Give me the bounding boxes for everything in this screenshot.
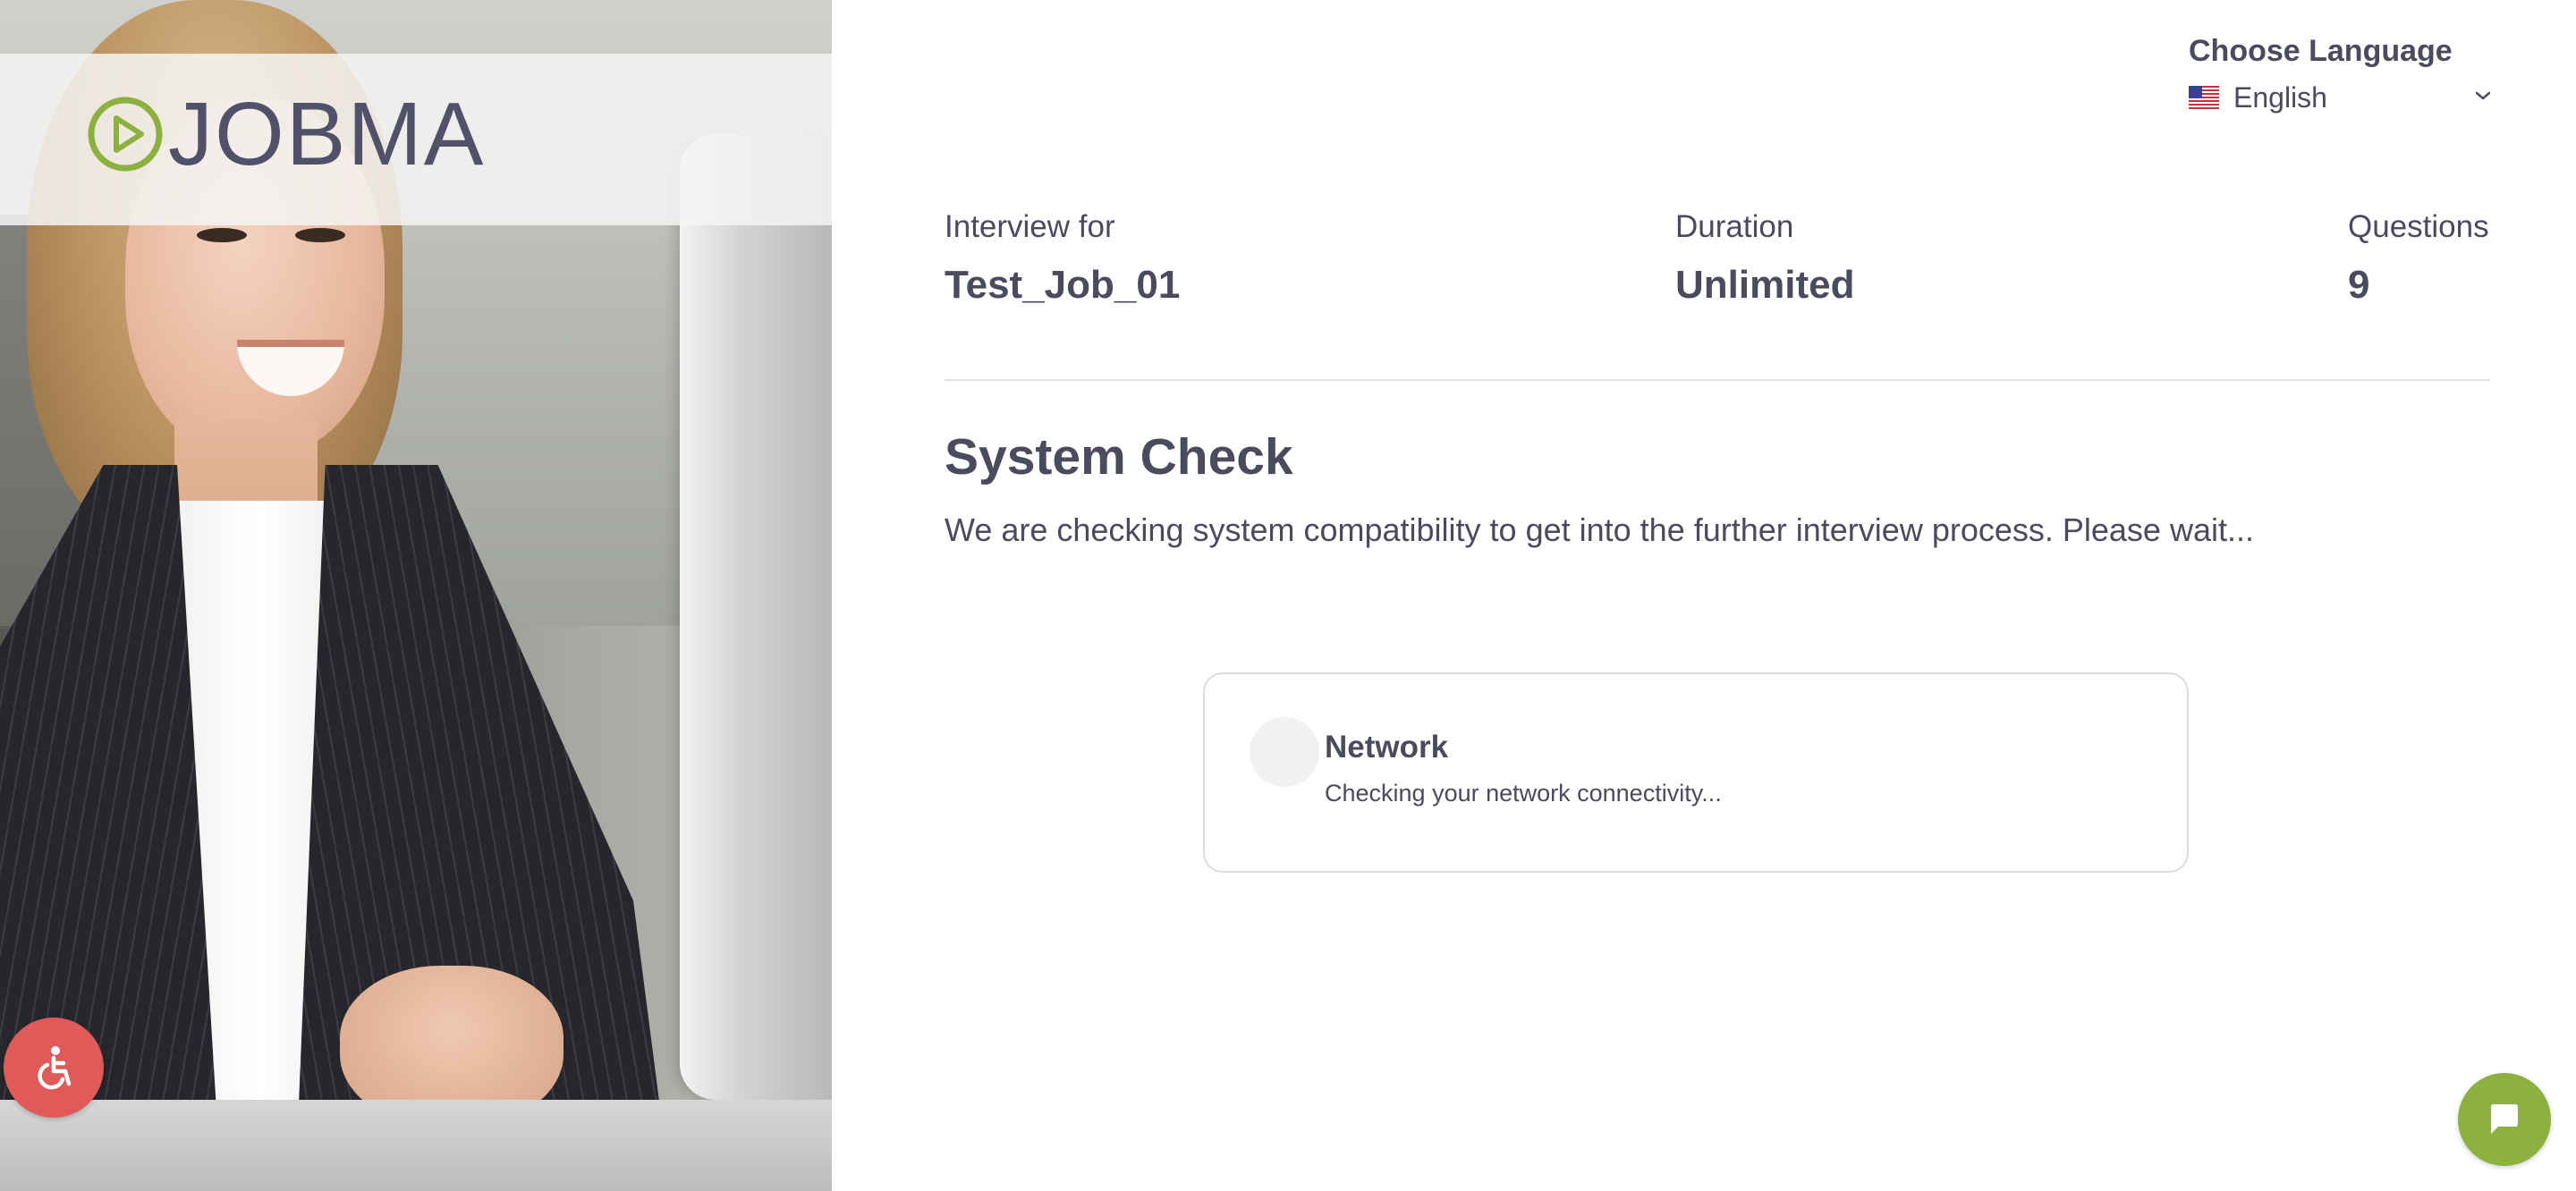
system-check-description: We are checking system compatibility to … — [945, 511, 2254, 548]
chat-icon — [2491, 1104, 2518, 1134]
accessibility-button[interactable] — [4, 1018, 104, 1118]
job-label: Interview for — [945, 209, 1115, 244]
language-selector: Choose Language English — [2189, 34, 2493, 115]
chat-button[interactable] — [2458, 1073, 2551, 1166]
job-value: Test_Job_01 — [945, 263, 1181, 307]
loading-spinner-icon — [1250, 717, 1319, 787]
check-item-status: Checking your network connectivity... — [1325, 780, 1722, 807]
duration-value: Unlimited — [1675, 263, 1855, 307]
logo-text: JOBMA — [168, 84, 486, 184]
duration-label: Duration — [1675, 209, 1794, 244]
questions-value: 9 — [2348, 263, 2370, 307]
chevron-down-icon — [2475, 91, 2491, 100]
interview-page: JOBMA Choose Language English Interview … — [0, 0, 2576, 1191]
language-dropdown[interactable]: English — [2189, 80, 2493, 115]
questions-label: Questions — [2348, 209, 2489, 244]
us-flag-icon — [2189, 86, 2219, 109]
interview-duration-info: Duration Unlimited — [1675, 209, 1854, 308]
hero-image: JOBMA — [0, 0, 832, 1191]
play-circle-icon — [88, 97, 163, 172]
jobma-logo: JOBMA — [86, 89, 485, 179]
language-selected: English — [2233, 80, 2327, 114]
interview-questions-info: Questions 9 — [2348, 209, 2489, 308]
check-item-title: Network — [1325, 730, 1449, 764]
interview-job-info: Interview for Test_Job_01 — [945, 209, 1180, 308]
network-check-card: Network Checking your network connectivi… — [1203, 672, 2189, 873]
divider — [945, 379, 2490, 381]
accessibility-icon — [38, 1046, 72, 1090]
language-title: Choose Language — [2189, 34, 2453, 68]
system-check-title: System Check — [945, 428, 1293, 486]
